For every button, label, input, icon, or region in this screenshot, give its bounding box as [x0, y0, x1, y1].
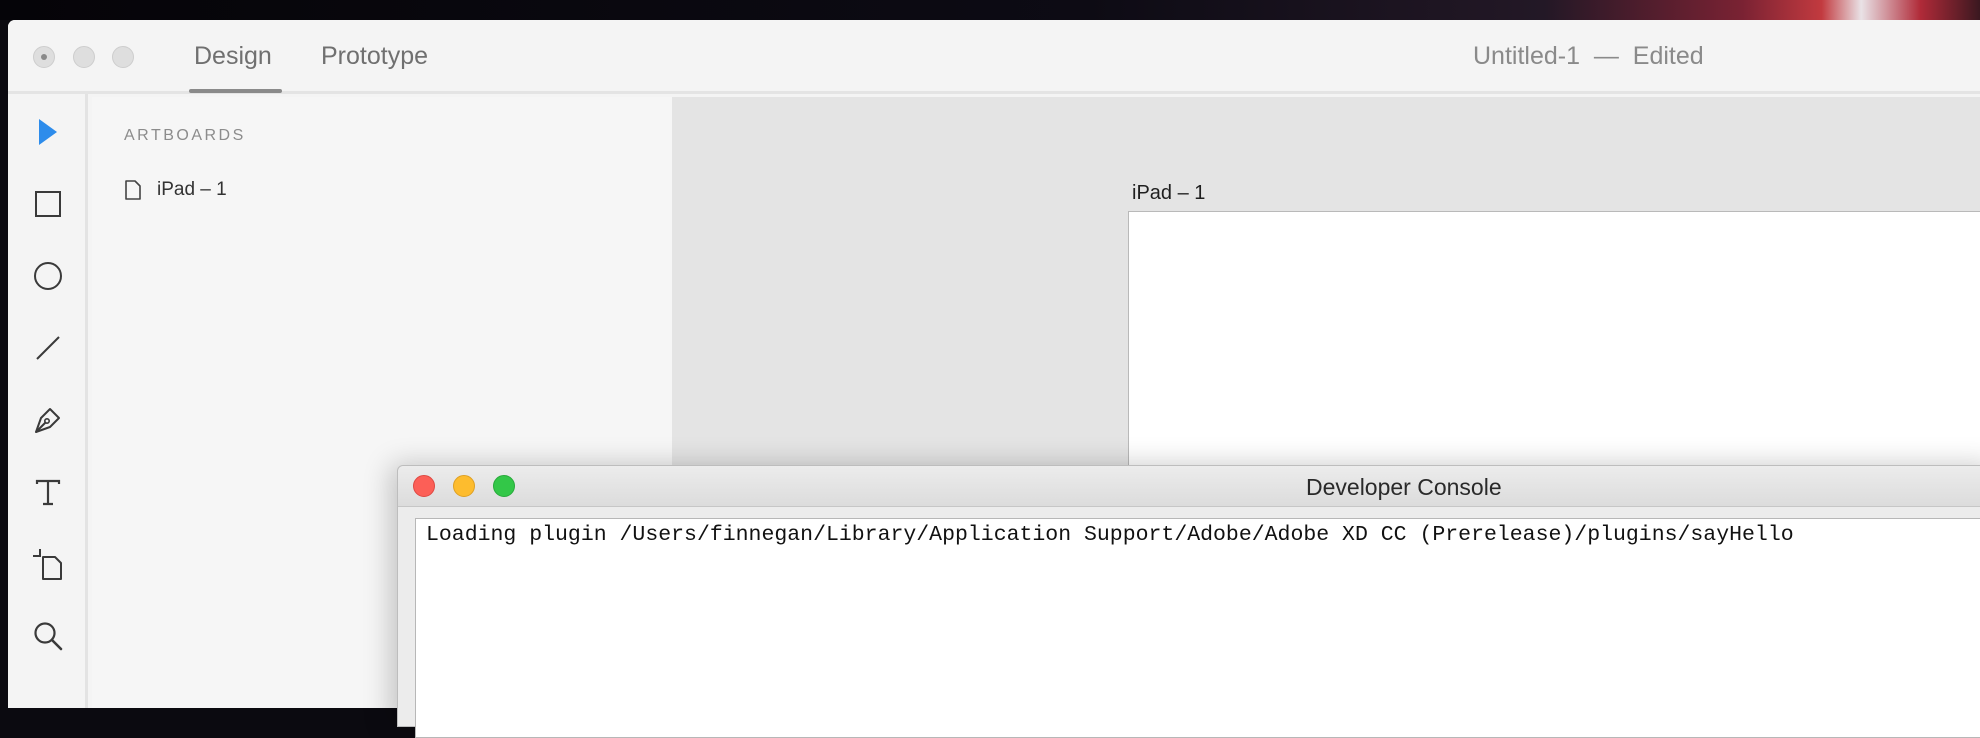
artboard-title[interactable]: iPad – 1 [1132, 182, 1205, 205]
rectangle-tool-button[interactable] [26, 182, 70, 226]
line-tool-button[interactable] [26, 326, 70, 370]
layer-item-ipad-1[interactable]: iPad – 1 [124, 175, 227, 205]
rectangle-icon [35, 191, 61, 217]
title-bar: Design Prototype Untitled-1 — Edited [8, 20, 1980, 94]
desktop-wallpaper [0, 0, 1980, 20]
console-close-button[interactable] [413, 475, 435, 497]
console-output[interactable]: Loading plugin /Users/finnegan/Library/A… [415, 518, 1980, 738]
developer-console-window: Developer Console Loading plugin /Users/… [397, 465, 1980, 738]
ellipse-icon [34, 262, 62, 290]
tools-toolbar [8, 94, 88, 708]
window-zoom-button[interactable] [112, 46, 134, 68]
pen-tool-button[interactable] [26, 398, 70, 442]
text-tool-button[interactable] [26, 470, 70, 514]
active-tab-indicator [189, 89, 282, 93]
console-zoom-button[interactable] [493, 475, 515, 497]
document-title: Untitled-1 — Edited [1473, 42, 1704, 70]
magnifier-icon [34, 622, 63, 651]
line-icon [36, 336, 60, 360]
layer-item-label: iPad – 1 [157, 179, 227, 200]
arrow-pointer-icon [39, 119, 57, 145]
console-title: Developer Console [1306, 474, 1502, 500]
tab-prototype[interactable]: Prototype [321, 42, 428, 71]
tab-design[interactable]: Design [194, 42, 272, 71]
text-icon [35, 479, 61, 506]
artboard-tool-button[interactable] [26, 542, 70, 586]
window-close-button[interactable] [33, 46, 55, 68]
select-tool-button[interactable] [26, 110, 70, 154]
artboard-icon [33, 549, 62, 580]
console-minimize-button[interactable] [453, 475, 475, 497]
artboards-heading: ARTBOARDS [124, 127, 246, 144]
ellipse-tool-button[interactable] [26, 254, 70, 298]
console-title-bar[interactable]: Developer Console [398, 466, 1980, 507]
pen-icon [35, 408, 60, 433]
zoom-tool-button[interactable] [26, 614, 70, 658]
page-icon [125, 180, 141, 200]
window-minimize-button[interactable] [73, 46, 95, 68]
